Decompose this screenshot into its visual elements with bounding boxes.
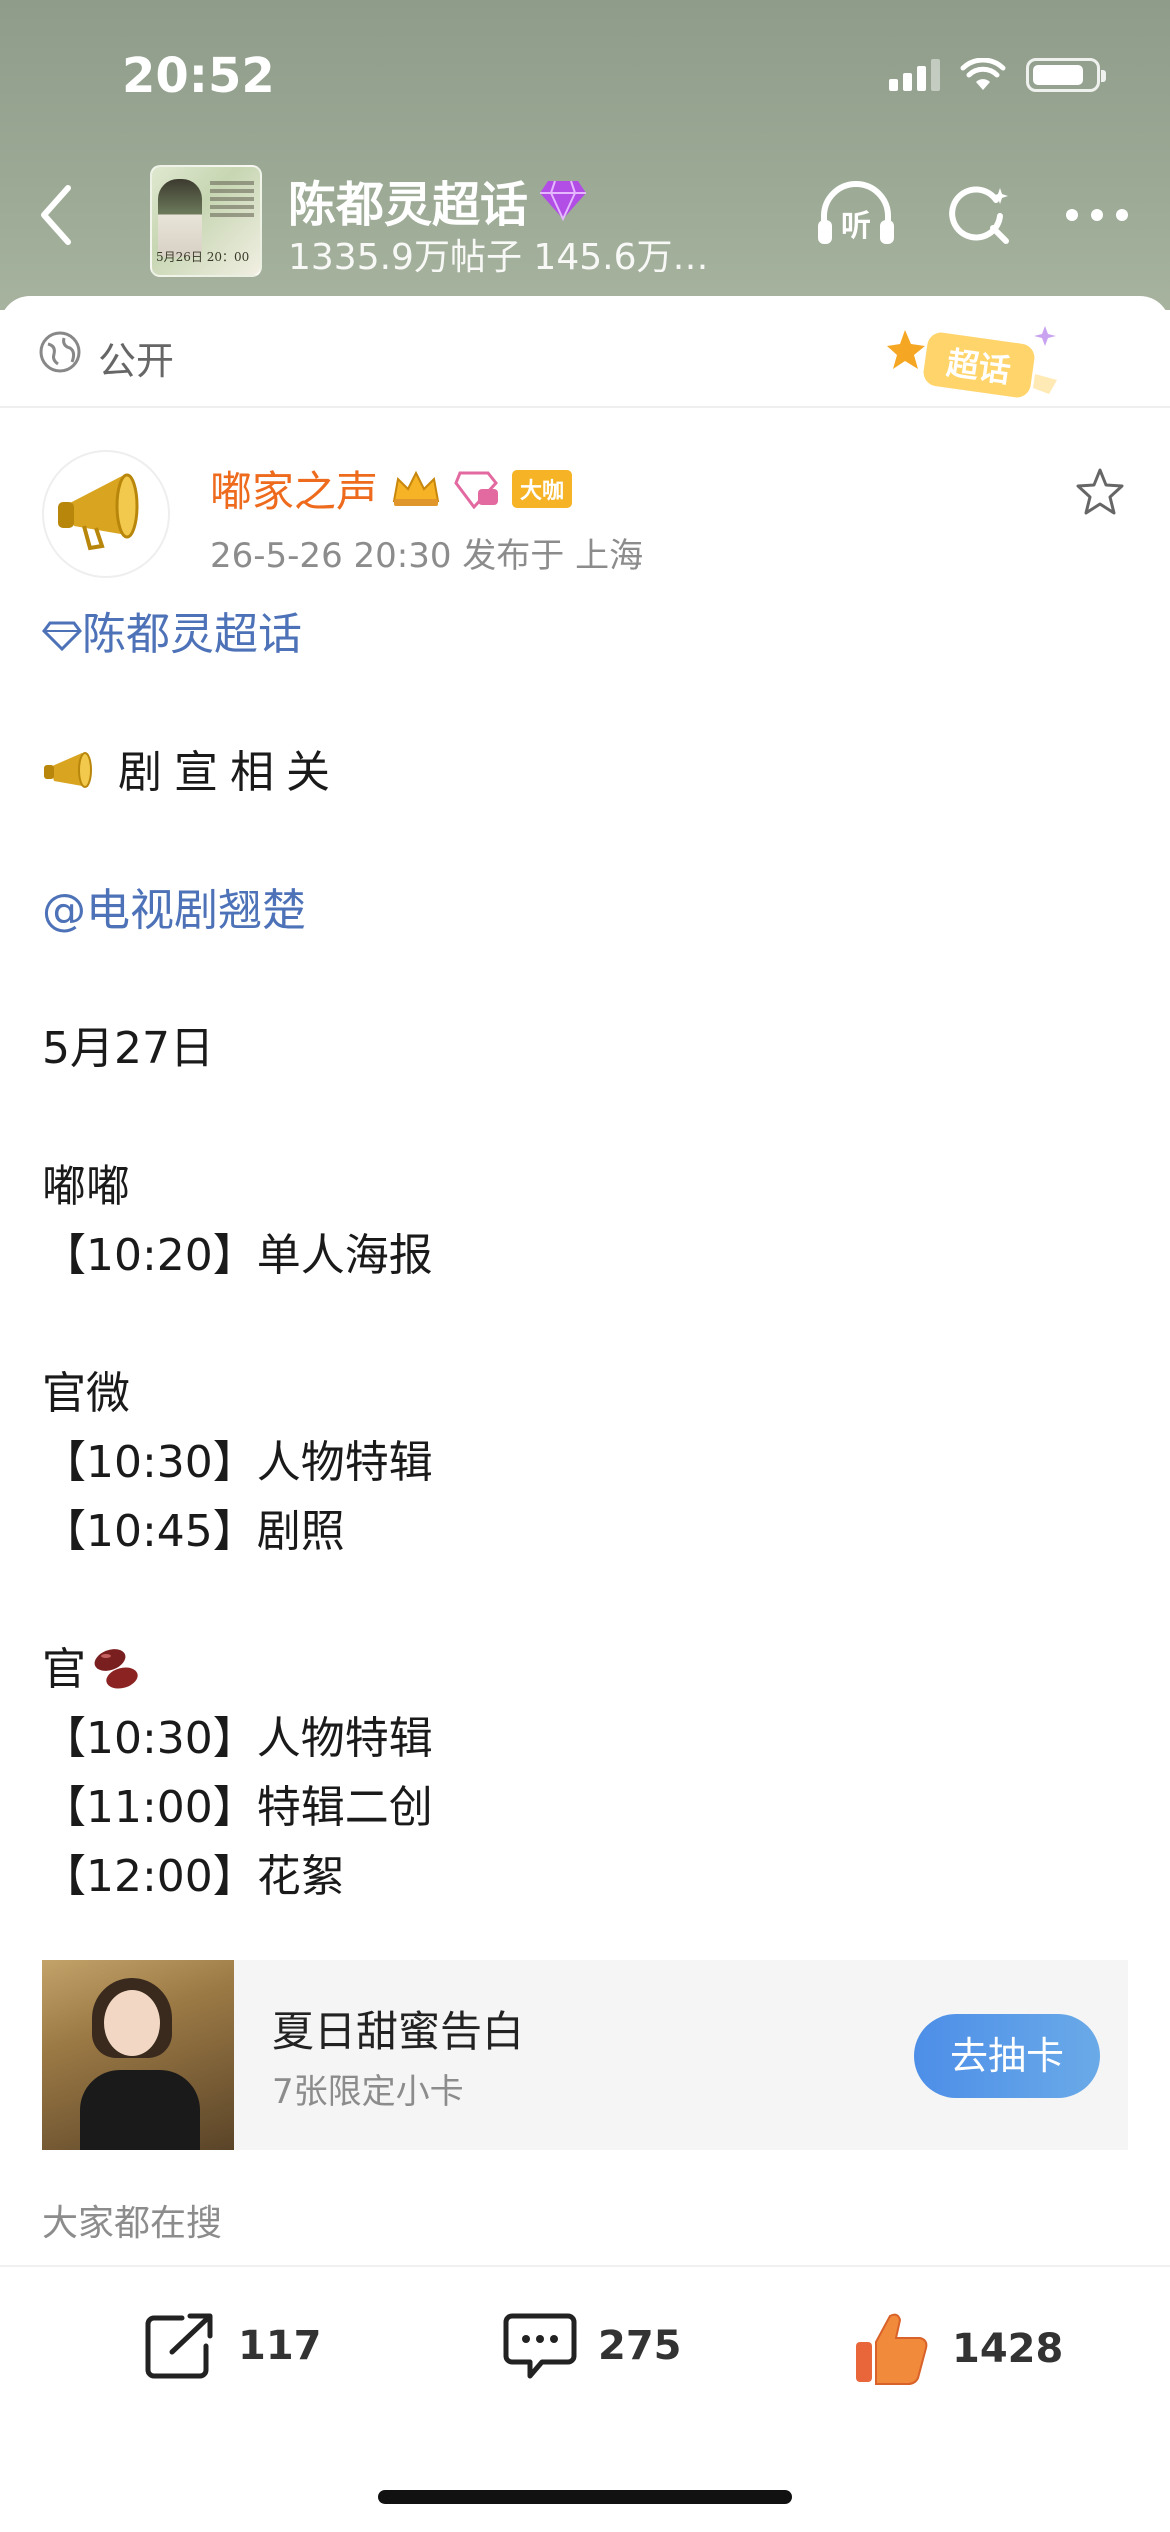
content-line-text: 嘟嘟: [42, 1161, 130, 1212]
content-line: 【10:30】人物特辑: [42, 1428, 1132, 1497]
more-icon[interactable]: [1064, 205, 1130, 225]
content-line-text: 【10:20】单人海报: [42, 1230, 433, 1281]
topic-title[interactable]: 陈都灵超话: [288, 165, 588, 235]
header-actions: 听: [814, 180, 1130, 250]
content-line-text: 【11:00】特辑二创: [42, 1782, 433, 1833]
search-icon[interactable]: [948, 182, 1014, 248]
content-line-text: 【10:45】剧照: [42, 1506, 345, 1557]
visibility-label: 公开: [98, 339, 175, 383]
promo-card-subtitle: 7张限定小卡: [272, 2072, 464, 2112]
home-indicator: [378, 2490, 792, 2504]
content-line-text: 【12:00】花絮: [42, 1851, 345, 1902]
draw-card-button[interactable]: 去抽卡: [914, 2014, 1100, 2098]
megaphone-icon: [44, 752, 92, 788]
content-line-text: 官微: [42, 1368, 130, 1419]
topic-thumbnail-date: 5月26日 20：00: [156, 250, 250, 264]
listen-icon[interactable]: 听: [814, 180, 898, 250]
like-button[interactable]: 1428: [852, 2310, 1063, 2388]
crown-badge-icon: [392, 470, 440, 506]
content-line-text: 【10:30】人物特辑: [42, 1713, 433, 1764]
content-line: 官微: [42, 1359, 1132, 1428]
topic-title-text: 陈都灵超话: [288, 177, 529, 233]
vip-badge: 大咖: [512, 469, 573, 508]
mention-link[interactable]: @电视剧翘楚: [42, 876, 1132, 945]
status-time: 20:52: [122, 48, 275, 104]
content-line: 嘟嘟: [42, 1152, 1132, 1221]
content-line: 剧宣相关: [42, 738, 1132, 807]
author-avatar[interactable]: [42, 450, 170, 578]
content-line-text: 【10:30】人物特辑: [42, 1437, 433, 1488]
content-line-text: 官: [42, 1644, 86, 1695]
content-line-text: 陈都灵超话: [82, 609, 302, 660]
share-count: 117: [238, 2323, 322, 2369]
content-line: 【11:00】特辑二创: [42, 1773, 1132, 1842]
wifi-icon: [960, 58, 1006, 90]
fan-level-badge-icon: [454, 471, 499, 509]
author-name: 嘟家之声: [210, 467, 379, 516]
comment-button[interactable]: 275: [502, 2310, 682, 2382]
content-line-text: 剧宣相关: [118, 747, 342, 798]
promo-card-title: 夏日甜蜜告白: [272, 2007, 525, 2056]
like-count: 1428: [952, 2326, 1064, 2372]
chaohua-sticker-icon: 超话: [887, 326, 1057, 398]
signal-icon: [889, 59, 940, 91]
content-line: 官: [42, 1635, 1132, 1704]
comment-count: 275: [598, 2323, 682, 2369]
share-icon: [145, 2313, 213, 2379]
bean-icon: [94, 1649, 138, 1689]
diamond-icon: [540, 180, 587, 221]
content-line: 【10:45】剧照: [42, 1497, 1132, 1566]
status-icons: [889, 58, 1106, 92]
post-meta: 26-5-26 20:30 发布于 上海: [210, 536, 644, 576]
content-line: 【10:20】单人海报: [42, 1221, 1132, 1290]
promo-card[interactable]: 夏日甜蜜告白 7张限定小卡 去抽卡: [42, 1960, 1128, 2150]
back-icon[interactable]: [30, 180, 80, 250]
battery-icon: [1026, 58, 1106, 92]
comment-icon: [503, 2313, 577, 2379]
megaphone-icon: [58, 473, 139, 551]
search-hint: 大家都在搜: [42, 2203, 223, 2244]
topic-thumbnail[interactable]: 5月26日 20：00: [150, 165, 262, 277]
thumbs-up-icon: [856, 2313, 928, 2385]
post-content: 陈都灵超话剧宣相关 @电视剧翘楚 5月27日嘟嘟【10:20】单人海报 官微【10:3…: [42, 600, 1132, 1911]
topic-diamond-icon: [42, 621, 82, 652]
promo-card-image: [42, 1960, 234, 2150]
share-button[interactable]: 117: [142, 2310, 322, 2382]
globe-icon: [39, 331, 81, 373]
favorite-star-icon[interactable]: [1074, 466, 1126, 518]
content-line-text: @电视剧翘楚: [42, 885, 306, 936]
content-line: 5月27日: [42, 1014, 1132, 1083]
content-line-text: 5月27日: [42, 1023, 214, 1074]
content-line: 【10:30】人物特辑: [42, 1704, 1132, 1773]
topic-link[interactable]: 陈都灵超话: [42, 600, 1132, 669]
listen-label: 听: [841, 209, 871, 244]
author-name-row[interactable]: 嘟家之声 大咖: [210, 458, 573, 519]
topic-stats: 1335.9万帖子 145.6万…: [288, 237, 709, 278]
content-line: 【12:00】花絮: [42, 1842, 1132, 1911]
